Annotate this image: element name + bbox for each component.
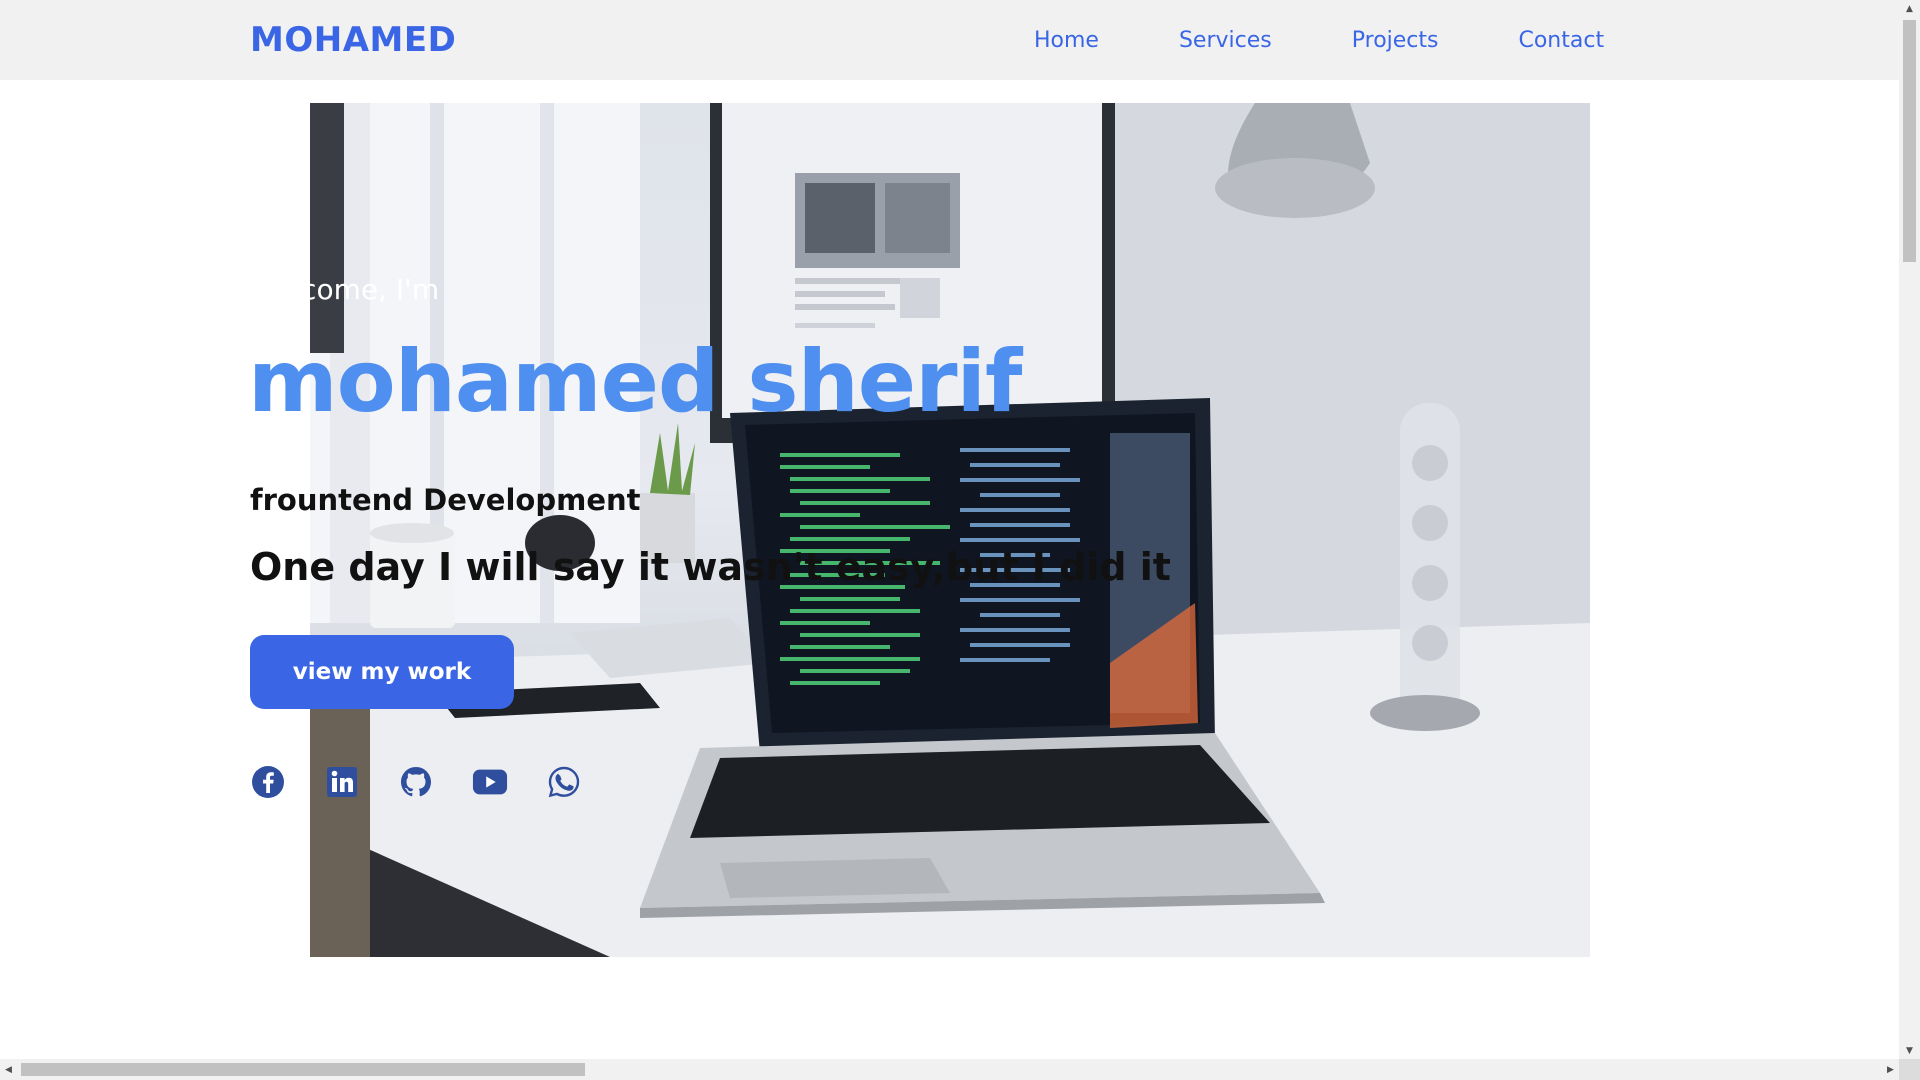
site-header: MOHAMED Home Services Projects Contact xyxy=(0,0,1899,80)
scroll-up-arrow-icon[interactable]: ▲ xyxy=(1899,0,1920,17)
horizontal-scrollbar-thumb[interactable] xyxy=(21,1063,585,1076)
vertical-scrollbar-thumb[interactable] xyxy=(1903,20,1916,262)
linkedin-icon[interactable] xyxy=(324,764,360,800)
nav-item-services[interactable]: Services xyxy=(1179,24,1272,58)
nav-item-contact[interactable]: Contact xyxy=(1518,24,1604,58)
hero-role: frountend Development xyxy=(250,483,641,517)
vertical-scrollbar[interactable]: ▲ ▼ xyxy=(1899,0,1920,1059)
youtube-icon[interactable] xyxy=(472,764,508,800)
main-nav: Home Services Projects Contact xyxy=(1034,24,1604,58)
nav-item-home[interactable]: Home xyxy=(1034,24,1099,58)
scroll-left-arrow-icon[interactable]: ◀ xyxy=(0,1059,17,1080)
horizontal-scrollbar[interactable]: ◀ ▶ xyxy=(0,1059,1899,1080)
hero-welcome-text: Welcome, I'm xyxy=(250,273,440,306)
whatsapp-icon[interactable] xyxy=(546,764,582,800)
scrollbar-corner xyxy=(1899,1059,1920,1080)
scroll-right-arrow-icon[interactable]: ▶ xyxy=(1882,1059,1899,1080)
hero-name: mohamed sherif xyxy=(248,332,1022,432)
page-viewport: MOHAMED Home Services Projects Contact W… xyxy=(0,0,1899,1059)
site-logo[interactable]: MOHAMED xyxy=(250,18,456,62)
github-icon[interactable] xyxy=(398,764,434,800)
nav-item-projects[interactable]: Projects xyxy=(1352,24,1439,58)
hero-background-image xyxy=(310,103,1590,957)
hero-tagline: One day I will say it wasn't easy,but I … xyxy=(250,545,1171,589)
facebook-icon[interactable] xyxy=(250,764,286,800)
view-my-work-button[interactable]: view my work xyxy=(250,635,514,709)
social-links xyxy=(250,764,620,800)
scroll-down-arrow-icon[interactable]: ▼ xyxy=(1899,1042,1920,1059)
